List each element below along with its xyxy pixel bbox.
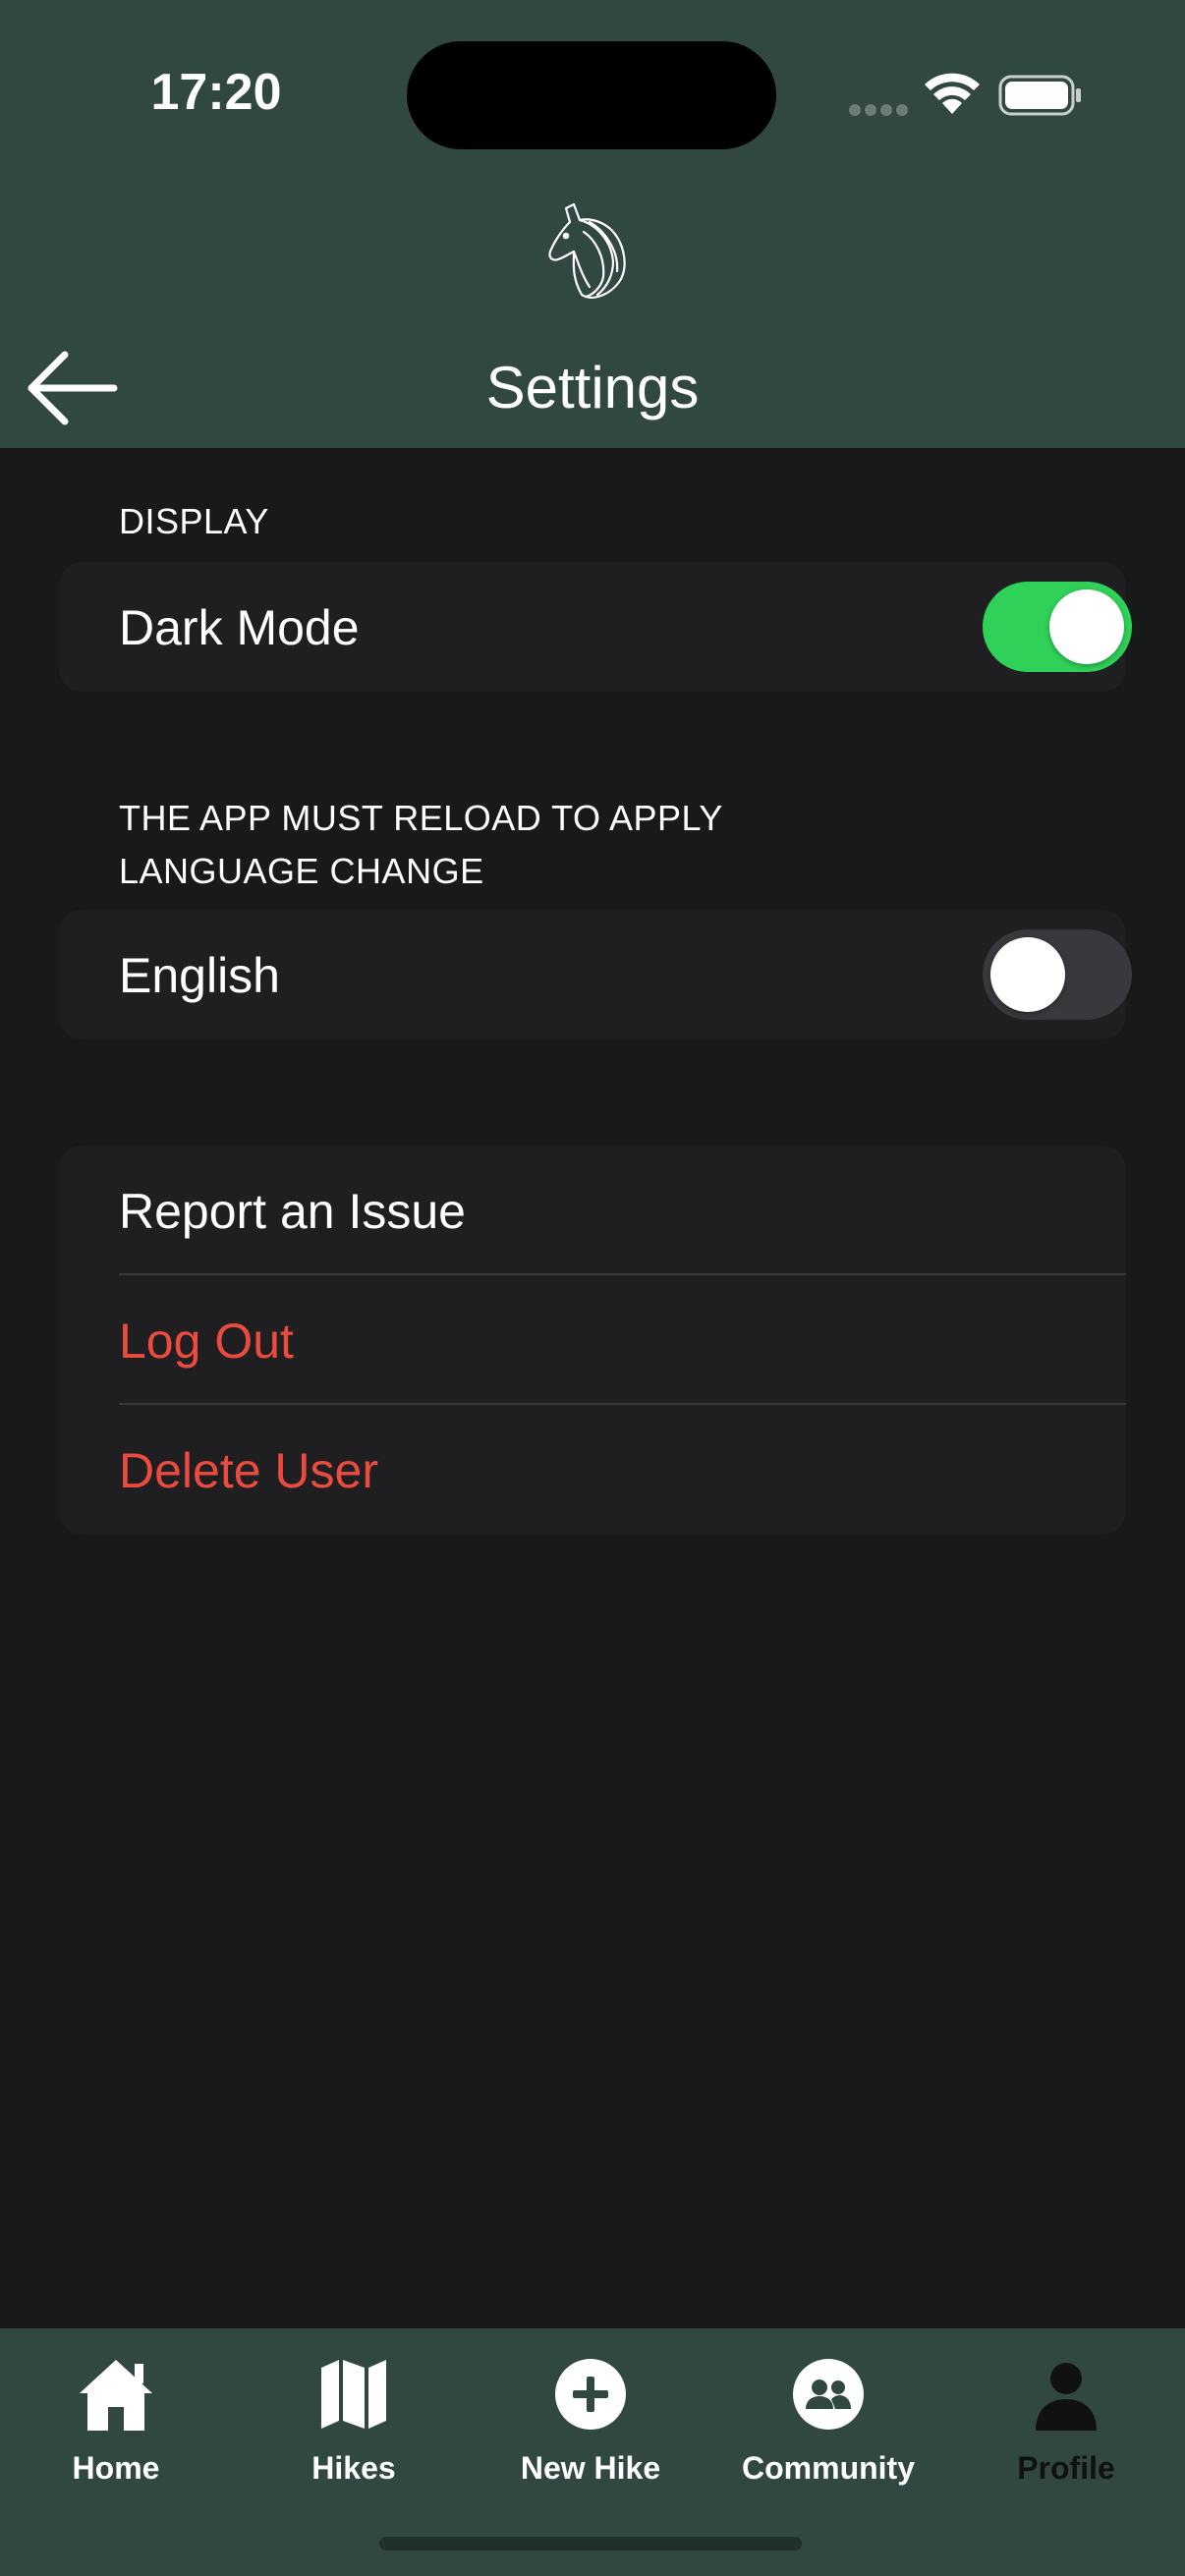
toggle-knob [990, 937, 1065, 1012]
language-section-label: THE APP MUST RELOAD TO APPLY LANGUAGE CH… [119, 792, 723, 898]
english-card: English [59, 910, 1132, 1039]
back-arrow-button[interactable] [22, 346, 120, 430]
home-indicator [379, 2537, 802, 2550]
tab-new-hike[interactable]: New Hike [482, 2328, 699, 2495]
log-out-button[interactable]: Log Out [119, 1313, 294, 1370]
wifi-icon [925, 73, 980, 114]
tab-home[interactable]: Home [8, 2328, 224, 2495]
tab-label: Hikes [311, 2450, 396, 2486]
horse-logo-icon [548, 202, 626, 299]
plus-circle-icon [555, 2359, 626, 2430]
dark-mode-card: Dark Mode [59, 562, 1132, 692]
report-issue-button[interactable]: Report an Issue [119, 1183, 466, 1240]
delete-user-button[interactable]: Delete User [119, 1442, 378, 1499]
tab-label: Home [72, 2450, 160, 2486]
dark-mode-label: Dark Mode [119, 600, 360, 655]
person-icon [1036, 2363, 1097, 2431]
house-icon [74, 2354, 152, 2431]
display-section-label: DISPLAY [119, 501, 269, 541]
actions-card: Report an Issue Log Out Delete User [59, 1146, 1126, 1535]
tab-label: Community [742, 2450, 915, 2486]
english-label: English [119, 948, 280, 1003]
toggle-knob [1049, 589, 1124, 664]
status-time: 17:20 [150, 64, 282, 121]
tab-label: New Hike [520, 2450, 661, 2486]
page-title: Settings [485, 355, 700, 420]
app-header: 17:20 Settings [0, 0, 1185, 448]
tab-label: Profile [1017, 2450, 1115, 2486]
divider [119, 1403, 1126, 1405]
people-circle-icon [793, 2359, 864, 2430]
divider [119, 1273, 1126, 1275]
english-toggle[interactable] [983, 929, 1132, 1020]
tab-profile[interactable]: Profile [958, 2328, 1174, 2495]
dark-mode-toggle[interactable] [983, 582, 1132, 672]
language-section-label-line1: THE APP MUST RELOAD TO APPLY [119, 798, 723, 838]
dynamic-island [407, 41, 776, 149]
language-section-label-line2: LANGUAGE CHANGE [119, 851, 484, 891]
tab-hikes[interactable]: Hikes [246, 2328, 462, 2495]
tab-community[interactable]: Community [720, 2328, 936, 2495]
battery-icon [998, 75, 1081, 116]
map-icon [321, 2360, 386, 2429]
